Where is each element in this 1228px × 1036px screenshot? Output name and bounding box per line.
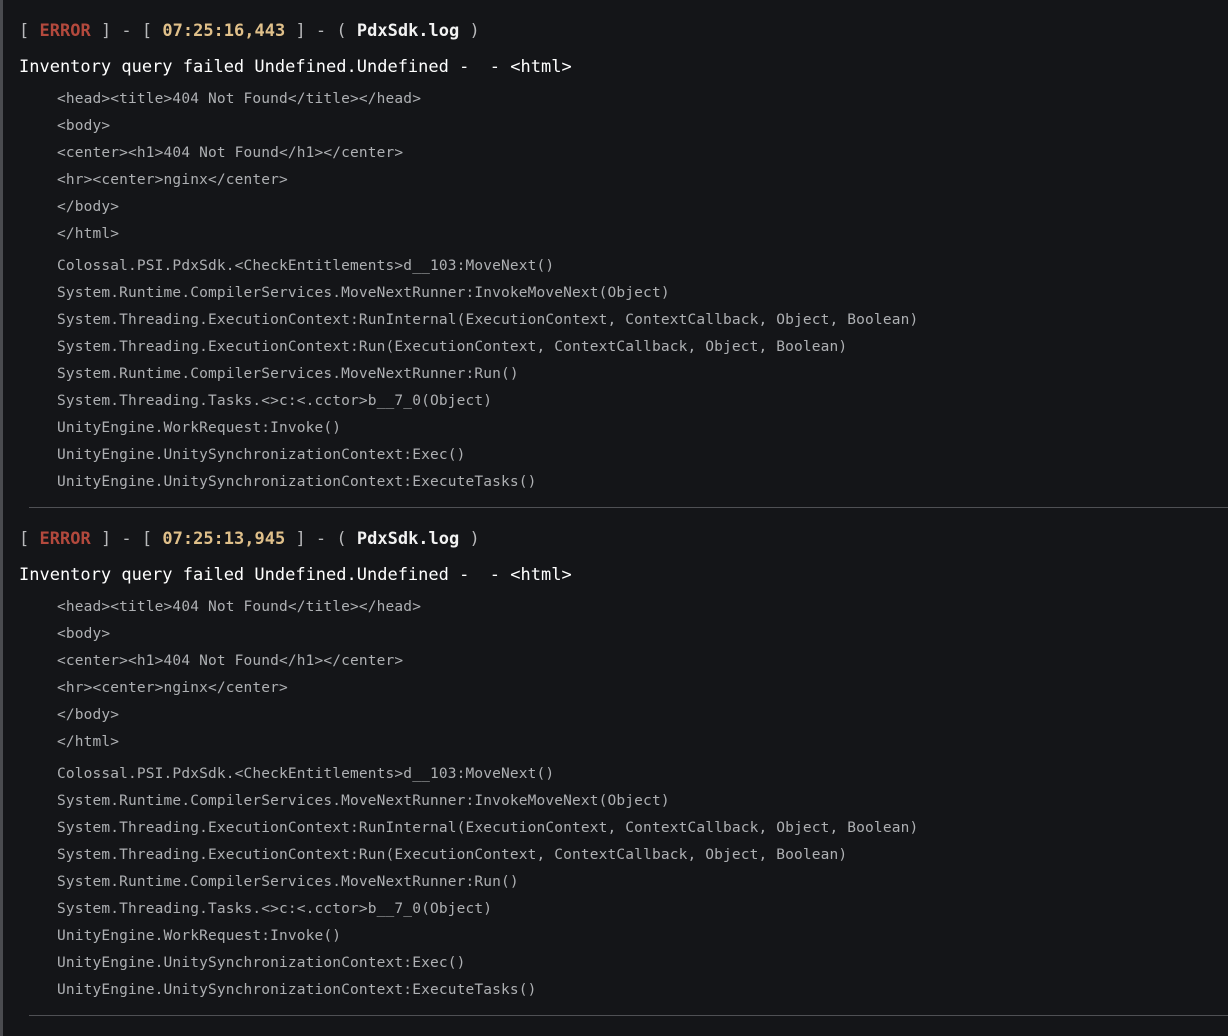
log-message: Inventory query failed Undefined.Undefin… — [19, 57, 572, 77]
stack-trace-line: System.Threading.ExecutionContext:RunInt… — [57, 312, 919, 328]
stack-trace-line: System.Runtime.CompilerServices.MoveNext… — [57, 793, 670, 809]
stack-trace-line: System.Runtime.CompilerServices.MoveNext… — [57, 366, 519, 382]
header-bracket-open: [ — [19, 21, 30, 41]
log-entry[interactable]: [ ERROR ] - [ 07:25:16,443 ] - ( PdxSdk.… — [0, 0, 1228, 508]
response-body-line: <body> — [57, 626, 111, 642]
stack-trace-block: Colossal.PSI.PdxSdk.<CheckEntitlements>d… — [57, 253, 918, 496]
log-message: Inventory query failed Undefined.Undefin… — [19, 565, 572, 585]
stack-trace-line: UnityEngine.UnitySynchronizationContext:… — [57, 982, 537, 998]
stack-trace-line: UnityEngine.UnitySynchronizationContext:… — [57, 474, 537, 490]
response-body-line: </html> — [57, 734, 120, 750]
stack-trace-line: UnityEngine.UnitySynchronizationContext:… — [57, 447, 466, 463]
stack-trace-line: System.Threading.ExecutionContext:RunInt… — [57, 820, 919, 836]
stack-trace-line: System.Threading.Tasks.<>c:<.cctor>b__7_… — [57, 901, 493, 917]
header-separator: ] - ( — [295, 21, 347, 41]
stack-trace-line: System.Runtime.CompilerServices.MoveNext… — [57, 874, 519, 890]
stack-trace-line: System.Threading.ExecutionContext:Run(Ex… — [57, 847, 848, 863]
header-separator: ] - [ — [100, 529, 153, 549]
log-level-badge: ERROR — [39, 21, 91, 41]
response-body-line: <hr><center>nginx</center> — [57, 172, 288, 188]
header-separator: ] - ( — [295, 529, 347, 549]
stack-trace-line: System.Runtime.CompilerServices.MoveNext… — [57, 285, 670, 301]
stack-trace-line: UnityEngine.WorkRequest:Invoke() — [57, 420, 342, 436]
stack-trace-block: Colossal.PSI.PdxSdk.<CheckEntitlements>d… — [57, 761, 918, 1004]
response-body-line: <head><title>404 Not Found</title></head… — [57, 91, 422, 107]
header-separator: ] - [ — [100, 21, 153, 41]
log-timestamp: 07:25:13,945 — [162, 529, 286, 549]
stack-trace-line: System.Threading.Tasks.<>c:<.cctor>b__7_… — [57, 393, 493, 409]
response-body-line: <head><title>404 Not Found</title></head… — [57, 599, 422, 615]
response-body-line: </body> — [57, 199, 120, 215]
response-body-line: </html> — [57, 226, 120, 242]
response-body-line: <body> — [57, 118, 111, 134]
log-entry-header: [ ERROR ] - [ 07:25:13,945 ] - ( PdxSdk.… — [19, 525, 480, 553]
stack-trace-line: UnityEngine.WorkRequest:Invoke() — [57, 928, 342, 944]
log-timestamp: 07:25:16,443 — [162, 21, 286, 41]
response-body-line: <hr><center>nginx</center> — [57, 680, 288, 696]
log-source-file: PdxSdk.log — [356, 21, 460, 41]
header-paren-close: ) — [469, 21, 480, 41]
response-body-line: </body> — [57, 707, 120, 723]
log-entry-header: [ ERROR ] - [ 07:25:16,443 ] - ( PdxSdk.… — [19, 17, 480, 45]
stack-trace-line: Colossal.PSI.PdxSdk.<CheckEntitlements>d… — [57, 766, 555, 782]
stack-trace-line: System.Threading.ExecutionContext:Run(Ex… — [57, 339, 848, 355]
header-bracket-open: [ — [19, 529, 30, 549]
stack-trace-line: UnityEngine.UnitySynchronizationContext:… — [57, 955, 466, 971]
header-paren-close: ) — [469, 529, 480, 549]
response-body-line: <center><h1>404 Not Found</h1></center> — [57, 145, 404, 161]
log-level-badge: ERROR — [39, 529, 91, 549]
entry-divider — [29, 1015, 1228, 1016]
log-entry[interactable]: [ ERROR ] - [ 07:25:13,945 ] - ( PdxSdk.… — [0, 508, 1228, 1016]
response-body-block: <head><title>404 Not Found</title></head… — [57, 86, 421, 248]
log-source-file: PdxSdk.log — [356, 529, 460, 549]
response-body-line: <center><h1>404 Not Found</h1></center> — [57, 653, 404, 669]
response-body-block: <head><title>404 Not Found</title></head… — [57, 594, 421, 756]
stack-trace-line: Colossal.PSI.PdxSdk.<CheckEntitlements>d… — [57, 258, 555, 274]
